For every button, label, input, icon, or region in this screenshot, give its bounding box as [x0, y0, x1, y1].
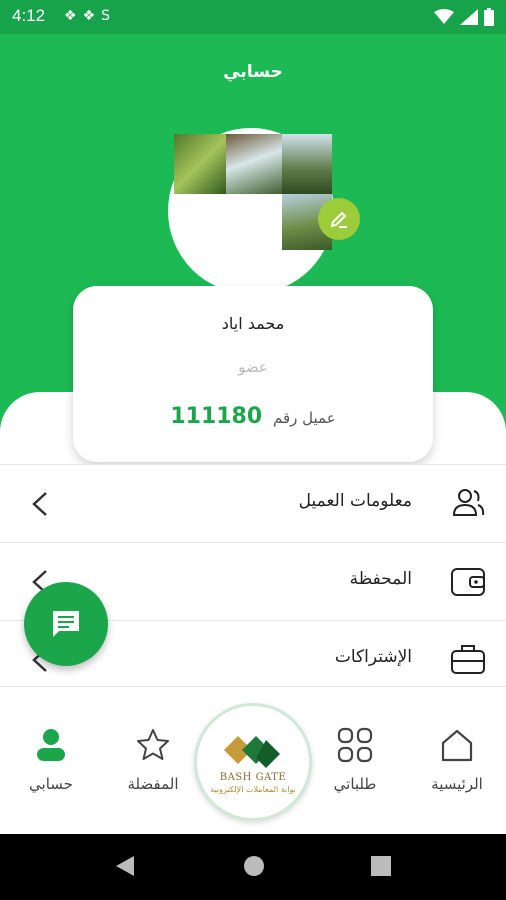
menu-item-label: الإشتراكات	[334, 647, 412, 667]
signal-icon	[460, 9, 478, 25]
users-icon	[452, 489, 485, 516]
home-icon	[441, 729, 473, 762]
s-icon: Ѕ	[101, 8, 117, 24]
nav-label: الرئيسية	[431, 775, 483, 793]
chat-fab-button[interactable]	[24, 582, 108, 666]
nav-item-home[interactable]: الرئيسية	[412, 723, 502, 793]
system-nav-bar	[0, 834, 506, 900]
menu-item-label: معلومات العميل	[298, 491, 412, 511]
avatar-image	[174, 134, 332, 250]
diamond-icon: ❖	[82, 8, 102, 24]
customer-number-label: عميل رقم	[272, 409, 336, 427]
menu-item-label: المحفظة	[349, 569, 412, 589]
wifi-icon	[434, 9, 454, 24]
profile-name: محمد اياد	[221, 314, 285, 333]
profile-role: عضو	[238, 358, 268, 376]
nav-label: المفضلة	[127, 775, 179, 793]
wallet-icon	[451, 568, 485, 596]
status-time: 4:12	[12, 6, 46, 25]
chat-icon	[53, 611, 79, 637]
home-circle-icon[interactable]	[243, 854, 265, 878]
home-logo-button[interactable]: BASH GATE بوابة المعاملات الإلكترونية	[194, 703, 312, 821]
logo-subtitle: بوابة المعاملات الإلكترونية	[210, 785, 296, 794]
status-notification-icons: ❖❖Ѕ	[64, 8, 116, 24]
bash-gate-logo	[224, 736, 280, 768]
chevron-left-icon	[32, 492, 47, 516]
person-icon	[37, 729, 65, 761]
edit-avatar-button[interactable]	[318, 198, 360, 240]
back-icon[interactable]	[114, 854, 136, 878]
customer-number: عميل رقم 111180	[73, 404, 433, 429]
menu-item-customer-info[interactable]: معلومات العميل	[0, 464, 506, 542]
nav-label: حسابي	[29, 775, 73, 793]
nav-item-account[interactable]: حسابي	[6, 723, 96, 793]
briefcase-icon	[451, 645, 485, 674]
customer-number-value: 111180	[170, 404, 263, 429]
battery-icon	[484, 8, 494, 26]
star-icon	[137, 729, 169, 760]
status-right-icons	[434, 8, 494, 26]
diamond-icon: ❖	[64, 8, 83, 24]
nav-item-favorites[interactable]: المفضلة	[108, 723, 198, 793]
status-bar: 4:12 ❖❖Ѕ	[0, 0, 506, 34]
page-title: حسابي	[223, 62, 283, 82]
profile-card: محمد اياد عضو عميل رقم 111180	[73, 286, 433, 462]
pencil-icon	[330, 211, 347, 228]
app-header: حسابي	[0, 34, 506, 114]
nav-label: طلباتي	[333, 775, 377, 793]
nav-item-orders[interactable]: طلباتي	[310, 723, 400, 793]
bottom-nav: الرئيسية طلباتي BASH GATE بوابة المعاملا…	[0, 686, 506, 834]
recents-icon[interactable]	[370, 854, 392, 878]
logo-title: BASH GATE	[219, 772, 287, 783]
grid-icon	[337, 727, 373, 763]
